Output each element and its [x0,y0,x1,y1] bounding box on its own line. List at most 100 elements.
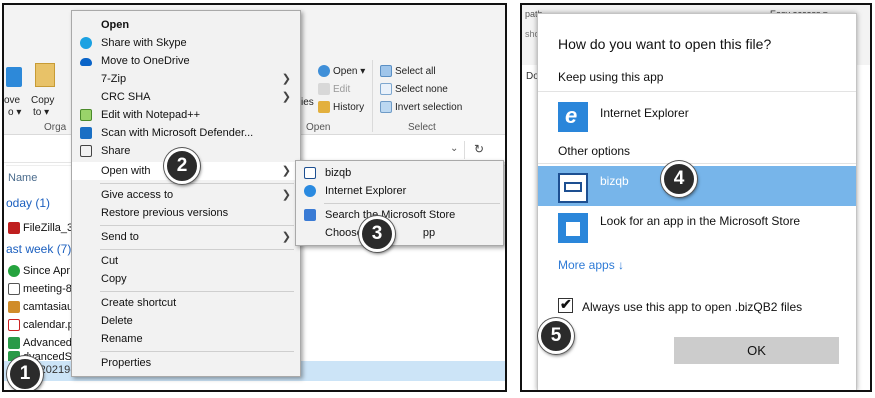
microsoft-store-icon [558,213,588,243]
microsoft-store-icon [304,209,316,221]
always-use-checkbox[interactable]: ✔ [558,296,573,313]
copy-to-icon [35,63,55,87]
group-today[interactable]: oday (1) [6,196,50,210]
option-bizqb[interactable]: bizqb [538,166,856,206]
copy-to-label[interactable]: Copy [31,95,54,106]
menu-item-open[interactable]: Open [72,16,300,34]
menu-item-restore-versions[interactable]: Restore previous versions [72,204,300,222]
submenu-item-internet-explorer[interactable]: Internet Explorer [296,182,503,200]
internet-explorer-icon [304,185,316,197]
current-app-label: Internet Explorer [600,106,689,120]
refresh-icon[interactable]: ↻ [474,142,484,156]
menu-label: CRC SHA [101,91,151,103]
submenu-label: Internet Explorer [325,185,407,197]
open-icon [318,65,330,77]
menu-item-cut[interactable]: Cut [72,252,300,270]
list-item[interactable]: calendar.p [8,319,74,331]
ok-button[interactable]: OK [674,337,839,364]
menu-item-send-to[interactable]: Send to ❯ [72,228,300,246]
submenu-label: bizqb [325,167,352,179]
properties-fragment: ies [301,97,314,108]
always-use-label: Always use this app to open .bizQB2 file… [582,300,803,314]
pdf-icon [8,319,20,331]
menu-label: Rename [101,333,143,345]
file-name: meeting-8 [23,283,72,295]
step-badge-1: 1 [7,356,43,390]
menu-label: Give access to [101,189,174,201]
menu-item-7zip[interactable]: 7-Zip ❯ [72,70,300,88]
list-item[interactable]: meeting-8 [8,283,72,295]
notepad-plus-plus-icon [80,109,92,121]
submenu-item-choose-another-app[interactable]: Choose pp [296,224,503,242]
open-button[interactable]: Open ▾ [318,65,365,77]
menu-item-properties[interactable]: Properties [72,354,300,372]
menu-item-crc-sha[interactable]: CRC SHA ❯ [72,88,300,106]
menu-item-edit-with-notepad[interactable]: Edit with Notepad++ [72,106,300,124]
option-microsoft-store[interactable]: Look for an app in the Microsoft Store [538,208,856,248]
menu-separator [100,291,294,292]
group-last-week[interactable]: ast week (7) [6,242,71,256]
defender-shield-icon [80,127,92,139]
step-badge-5: 5 [538,318,574,354]
column-header-name[interactable]: Name [8,172,37,184]
dialog-title: How do you want to open this file? [558,36,772,52]
file-name: Since Apr ( [23,265,77,277]
menu-item-create-shortcut[interactable]: Create shortcut [72,294,300,312]
chevron-right-icon: ❯ [281,189,291,201]
list-item[interactable]: Since Apr ( [8,265,77,277]
list-item[interactable]: camtasiaup [8,301,79,313]
organize-group-label: Orga [44,122,67,133]
store-bag-icon [566,222,580,236]
submenu-label: Choose [325,227,363,239]
menu-item-rename[interactable]: Rename [72,330,300,348]
chevron-right-icon: ❯ [281,91,291,103]
select-all-button[interactable]: Select all [380,65,436,77]
menu-label: Open [101,19,130,31]
menu-item-move-to-onedrive[interactable]: Move to OneDrive [72,52,300,70]
move-to-label[interactable]: ove [4,95,20,106]
list-item[interactable]: AdvancedS [8,337,79,349]
step-badge-2: 2 [164,148,200,184]
share-icon [80,145,92,157]
history-button[interactable]: History [318,101,364,113]
filezilla-icon [8,222,20,234]
copy-to-label-2: to ▾ [33,107,50,118]
submenu-separator [324,203,500,204]
other-options-heading: Other options [558,144,631,158]
menu-item-scan-defender[interactable]: Scan with Microsoft Defender... [72,124,300,142]
onedrive-icon [80,58,92,66]
select-none-icon [380,83,392,95]
checkmark-icon: ✔ [560,296,572,312]
keep-using-heading: Keep using this app [558,70,664,84]
menu-item-give-access[interactable]: Give access to ❯ [72,186,300,204]
bizqb-icon-frame [564,182,582,192]
select-none-button[interactable]: Select none [380,83,448,95]
menu-label: 7-Zip [101,73,127,85]
package-icon [8,301,20,313]
chevron-right-icon: ❯ [281,73,291,85]
submenu-label: Search the Microsoft Store [325,209,456,221]
invert-selection-button[interactable]: Invert selection [380,101,462,113]
menu-label: Open with [101,165,151,177]
chevron-right-icon: ❯ [281,165,291,177]
open-with-dialog: How do you want to open this file? Keep … [537,13,857,390]
menu-label: Send to [101,231,139,243]
menu-label: Scan with Microsoft Defender... [101,127,254,139]
menu-item-copy[interactable]: Copy [72,270,300,288]
invert-selection-icon [380,101,392,113]
menu-separator [100,183,294,184]
more-apps-link[interactable]: More apps ↓ [558,258,624,272]
open-with-submenu: bizqb Internet Explorer Search the Micro… [295,160,504,246]
address-dropdown-icon[interactable]: ⌄ [450,143,458,154]
submenu-item-bizqb[interactable]: bizqb [296,164,503,182]
menu-item-share-with-skype[interactable]: Share with Skype [72,34,300,52]
menu-separator [100,225,294,226]
menu-item-delete[interactable]: Delete [72,312,300,330]
edit-button[interactable]: Edit [318,83,350,95]
section-divider [538,91,856,92]
menu-label: Edit with Notepad++ [101,109,201,121]
select-none-label: Select none [395,83,448,95]
submenu-item-search-store[interactable]: Search the Microsoft Store [296,206,503,224]
step-badge-4: 4 [661,161,697,197]
current-app-option[interactable]: e Internet Explorer [538,94,856,138]
